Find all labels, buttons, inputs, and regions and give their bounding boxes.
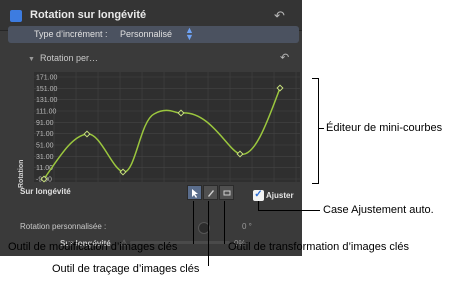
sketch-tool-callout: Outil de traçage d’images clés bbox=[52, 263, 200, 275]
x-axis-label: Sur longévité bbox=[20, 187, 71, 196]
checkmark-icon: ✓ bbox=[254, 189, 263, 200]
y-tick-label: 71.00 bbox=[36, 131, 54, 138]
disclosure-triangle-icon[interactable]: ▼ bbox=[28, 56, 35, 63]
mini-curve-editor-callout: Éditeur de mini-courbes bbox=[326, 122, 443, 134]
increment-type-label: Type d’incrément : bbox=[34, 29, 108, 39]
y-tick-label: 131.00 bbox=[36, 97, 58, 104]
auto-adjust-label: Ajuster bbox=[266, 191, 294, 200]
transform-tool-callout: Outil de transformation d’images clés bbox=[228, 241, 409, 253]
editor-bracket-vertical bbox=[318, 78, 319, 184]
custom-rotation-label: Rotation personnalisée : bbox=[20, 222, 107, 231]
transform-box-icon bbox=[223, 190, 231, 196]
curve-reset-icon[interactable]: ↶ bbox=[280, 52, 289, 65]
edit-tool-leader bbox=[193, 201, 194, 244]
editor-bracket-pointer bbox=[318, 128, 324, 129]
y-tick-label: 111.00 bbox=[36, 109, 56, 116]
editor-bracket-bottom bbox=[312, 183, 319, 184]
mini-curve-editor[interactable]: 171.00 151.00 131.00 111.00 91.00 71.00 51.00 3… bbox=[10, 66, 304, 186]
increment-type-row[interactable]: Type d’incrément : Personnalisé ▲ ▼ bbox=[8, 26, 299, 43]
y-tick-label: 151.00 bbox=[36, 86, 58, 93]
y-tick-label: 171.00 bbox=[36, 75, 58, 82]
edit-keyframes-tool-button[interactable] bbox=[187, 185, 202, 200]
auto-adjust-checkbox[interactable]: ✓ bbox=[253, 190, 264, 201]
transform-tool-leader bbox=[224, 201, 225, 244]
edit-tool-callout: Outil de modification d’images clés bbox=[8, 241, 178, 253]
transform-keyframes-tool-button[interactable] bbox=[219, 185, 234, 200]
sketch-keyframes-tool-button[interactable] bbox=[203, 185, 218, 200]
sketch-tool-leader bbox=[208, 201, 209, 266]
panel-title: Rotation sur longévité bbox=[30, 9, 147, 21]
y-tick-label: 91.00 bbox=[36, 120, 54, 127]
editor-bracket-top bbox=[312, 78, 319, 79]
behavior-panel: Rotation sur longévité ↶ Type d’incrémen… bbox=[0, 0, 302, 256]
stepper-icon[interactable]: ▲ ▼ bbox=[185, 26, 194, 42]
reset-icon[interactable]: ↶ bbox=[274, 9, 285, 22]
custom-rotation-value[interactable]: 0 ° bbox=[242, 222, 252, 231]
enable-checkbox-icon[interactable] bbox=[10, 10, 22, 22]
y-tick-label: 31.00 bbox=[36, 154, 54, 161]
rotation-curve-label: Rotation per… bbox=[40, 53, 99, 63]
increment-type-value[interactable]: Personnalisé bbox=[120, 29, 172, 39]
y-axis-label: Rotation bbox=[18, 159, 25, 188]
arrow-cursor-icon bbox=[192, 189, 198, 198]
auto-adjust-callout: Case Ajustement auto. bbox=[323, 204, 434, 216]
auto-adjust-leader-horizontal bbox=[258, 210, 320, 211]
pencil-icon bbox=[208, 190, 214, 197]
y-tick-label: 51.00 bbox=[36, 143, 54, 150]
